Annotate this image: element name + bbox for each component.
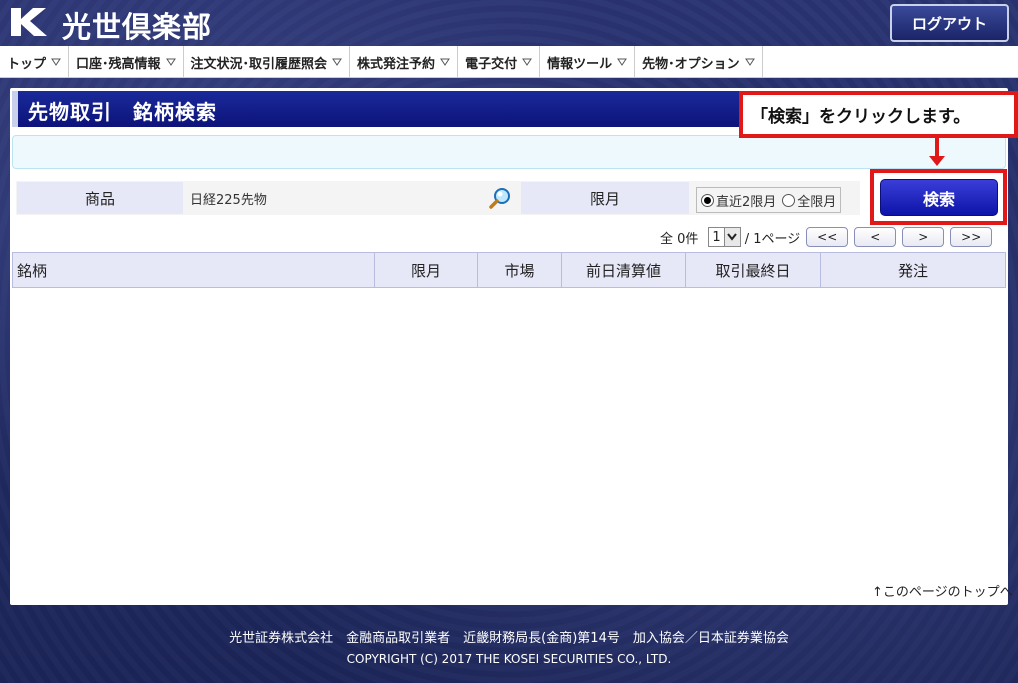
- search-button[interactable]: 検索: [880, 179, 998, 216]
- radio-all-label: 全限月: [797, 194, 837, 210]
- col-header-last-trade-day: 取引最終日: [686, 253, 821, 287]
- search-form: 商品 日経225先物 限月 直近2限月 全限月: [16, 181, 866, 215]
- nav-item-label: 電子交付: [465, 56, 518, 72]
- col-header-prev-settlement: 前日清算値: [562, 253, 686, 287]
- pager: 全 0件 1 / 1ページ << < > >>: [660, 226, 993, 248]
- triangle-down-icon: [332, 58, 342, 66]
- footer-copyright: COPYRIGHT (C) 2017 THE KOSEI SECURITIES …: [346, 652, 672, 666]
- info-bar: [12, 135, 1006, 169]
- magnifier-icon[interactable]: [488, 186, 512, 210]
- nav-item-futures-options[interactable]: 先物･オプション: [635, 46, 763, 78]
- header: 光世倶楽部 ログアウト: [0, 0, 1018, 44]
- last-page-button[interactable]: >>: [950, 227, 993, 247]
- col-header-market: 市場: [478, 253, 562, 287]
- page-title: 先物取引 銘柄検索: [28, 100, 217, 124]
- callout-arrow-line: [935, 138, 939, 158]
- back-to-top-link[interactable]: ↑このページのトップへ: [872, 581, 1013, 600]
- results-table-header: 銘柄 限月 市場 前日清算値 取引最終日 発注: [12, 252, 1006, 288]
- triangle-down-icon: [744, 58, 755, 66]
- main-panel: 先物取引 銘柄検索 商品 日経225先物 限月 直近2限月 全限月 全 0件 1: [10, 88, 1013, 605]
- page-select-value: 1: [712, 229, 721, 245]
- nav-item-label: 先物･オプション: [642, 56, 740, 72]
- nav-item-e-delivery[interactable]: 電子交付: [458, 46, 541, 78]
- nav-item-top[interactable]: トップ: [0, 46, 70, 78]
- product-search-icon-cell: [484, 181, 520, 215]
- nav-item-label: 株式発注予約: [357, 56, 436, 72]
- triangle-down-icon: [522, 58, 533, 66]
- page-select[interactable]: 1: [708, 227, 741, 247]
- prev-page-button[interactable]: <: [854, 227, 897, 247]
- triangle-down-icon: [440, 58, 450, 66]
- radio-recent-label: 直近2限月: [716, 194, 777, 210]
- month-label: 限月: [520, 181, 690, 215]
- nav-item-orders[interactable]: 注文状況･取引履歴照会: [184, 46, 351, 78]
- site-title: 光世倶楽部: [62, 10, 213, 44]
- triangle-down-icon: [51, 58, 61, 66]
- nav-item-info-tools[interactable]: 情報ツール: [540, 46, 636, 78]
- next-page-button[interactable]: >: [902, 227, 945, 247]
- instruction-callout: 「検索」をクリックします。: [739, 91, 1018, 138]
- chevron-down-icon: [723, 228, 740, 246]
- month-options: 直近2限月 全限月: [690, 181, 860, 215]
- main-nav: トップ 口座･残高情報 注文状況･取引履歴照会 株式発注予約 電子交付 情報ツー…: [0, 46, 1018, 78]
- radio-all[interactable]: [782, 193, 796, 207]
- nav-item-label: 注文状況･取引履歴照会: [190, 56, 328, 72]
- col-header-order: 発注: [897, 261, 928, 280]
- triangle-down-icon: [165, 58, 176, 66]
- month-radio-group: 直近2限月 全限月: [696, 187, 842, 213]
- footer-company-info: 光世証券株式会社 金融商品取引業者 近畿財務局長(金商)第14号 加入協会／日本…: [229, 631, 789, 646]
- logout-button[interactable]: ログアウト: [890, 4, 1009, 42]
- nav-item-label: 情報ツール: [547, 56, 613, 72]
- radio-recent[interactable]: [701, 193, 714, 207]
- triangle-down-icon: [617, 58, 628, 66]
- nav-item-label: トップ: [7, 56, 47, 72]
- product-label: 商品: [16, 181, 184, 215]
- first-page-button[interactable]: <<: [806, 227, 849, 247]
- col-header-month: 限月: [375, 253, 478, 287]
- page-suffix: / 1ページ: [744, 231, 801, 247]
- kosei-logo-icon: [11, 8, 47, 36]
- nav-item-account[interactable]: 口座･残高情報: [69, 46, 184, 78]
- nav-item-reservation[interactable]: 株式発注予約: [350, 46, 459, 78]
- nav-item-label: 口座･残高情報: [76, 56, 161, 72]
- result-count: 全 0件: [660, 231, 699, 247]
- col-header-issue: 銘柄: [13, 253, 375, 287]
- product-value: 日経225先物: [184, 181, 484, 215]
- arrow-down-icon: [929, 156, 945, 166]
